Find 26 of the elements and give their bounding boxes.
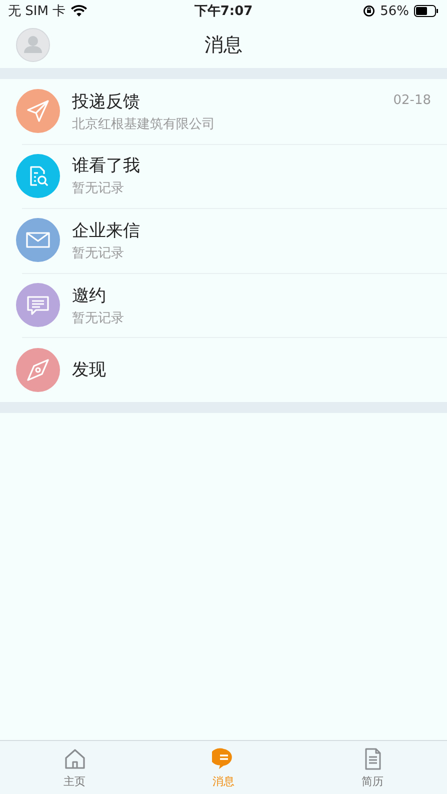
battery-text: 56%	[380, 4, 409, 18]
clock-text: 下午7:07	[194, 3, 253, 20]
message-title: 邀约	[72, 284, 106, 307]
tab-item[interactable]: 简历	[298, 741, 447, 794]
message-item[interactable]: 企业来信 暂无记录	[0, 208, 447, 273]
message-title: 谁看了我	[72, 155, 140, 178]
message-item[interactable]: 发现	[0, 337, 447, 402]
message-item[interactable]: 投递反馈 北京红根基建筑有限公司 02-18	[0, 79, 447, 144]
message-preview: 暂无记录	[72, 180, 124, 198]
message-item[interactable]: 谁看了我 暂无记录	[0, 144, 447, 208]
message-date: 02-18	[393, 93, 431, 108]
message-title: 企业来信	[72, 220, 140, 242]
message-preview: 暂无记录	[72, 310, 124, 327]
wifi-icon	[70, 5, 87, 17]
tab-item[interactable]: 主页	[0, 741, 149, 794]
avatar-icon[interactable]	[16, 28, 50, 62]
carrier-text: 无 SIM 卡	[8, 3, 66, 20]
message-preview: 北京红根基建筑有限公司	[72, 116, 215, 133]
page-title: 消息	[204, 33, 242, 58]
message-title: 投递反馈	[72, 90, 140, 113]
message-preview: 暂无记录	[72, 244, 124, 262]
home-icon	[62, 746, 86, 770]
rotation-lock-icon	[363, 5, 376, 17]
message-title: 发现	[72, 359, 106, 382]
message-item[interactable]: 邀约 暂无记录	[0, 272, 447, 338]
battery-icon	[414, 5, 439, 17]
